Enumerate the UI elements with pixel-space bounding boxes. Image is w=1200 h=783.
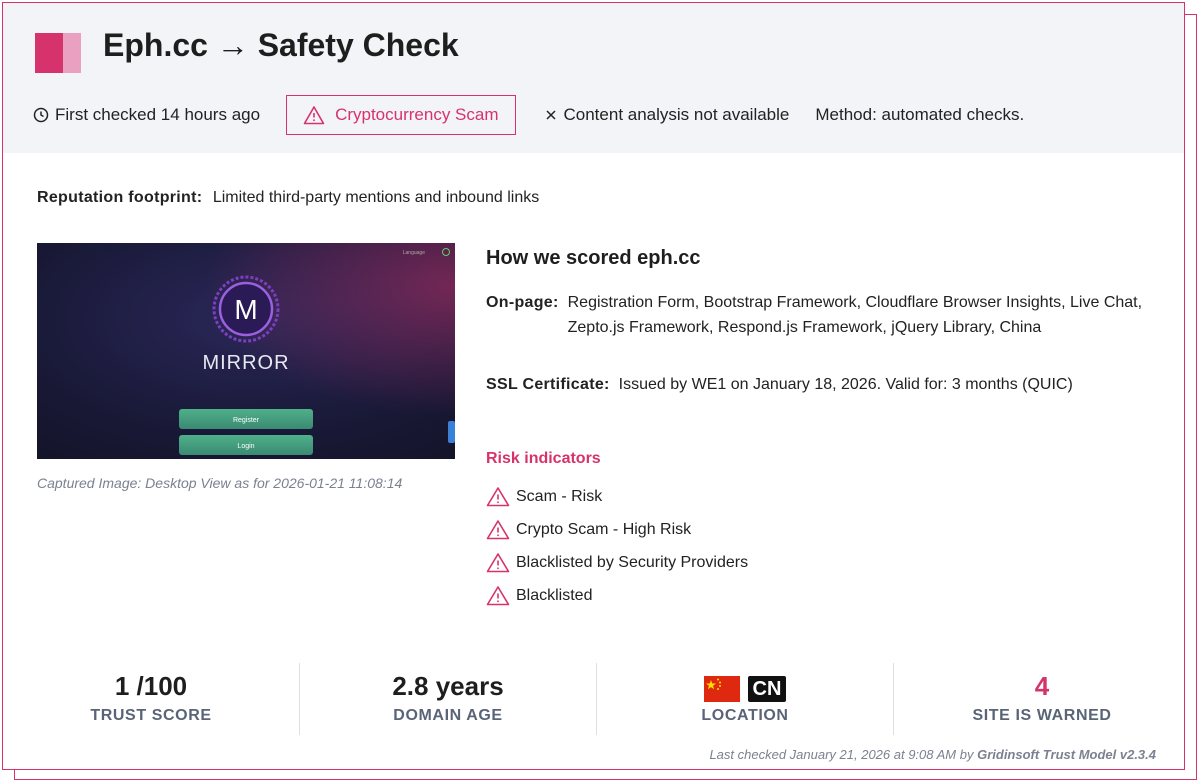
category-badge[interactable]: Cryptocurrency Scam (286, 95, 516, 135)
site-screenshot[interactable]: Language M MIRROR Register Login (37, 243, 455, 459)
onpage-label: On-page: (486, 294, 559, 311)
site-screenshot-image: Language M MIRROR Register Login (37, 243, 455, 459)
location: CN LOCATION (597, 663, 893, 735)
reputation-value: Limited third-party mentions and inbound… (212, 189, 540, 206)
risk-item: Scam - Risk (486, 480, 748, 513)
warning-icon (486, 487, 510, 507)
trust-score-label: TRUST SCORE (90, 707, 212, 724)
risk-item-label: Scam - Risk (516, 487, 603, 505)
risk-indicators-title: Risk indicators (486, 450, 601, 467)
first-checked: First checked 14 hours ago (33, 105, 260, 125)
onpage-row: On-page: Registration Form, Bootstrap Fr… (486, 290, 1166, 340)
china-flag-icon (703, 675, 740, 702)
content-analysis: Content analysis not available (544, 105, 790, 125)
risk-item-label: Blacklisted by Security Providers (516, 553, 749, 571)
category-badge-label: Cryptocurrency Scam (335, 105, 499, 124)
footer-model: Gridinsoft Trust Model v2.3.4 (977, 747, 1156, 762)
close-icon (545, 110, 556, 120)
meta-row: First checked 14 hours ago Cryptocurrenc… (33, 94, 1024, 136)
scoring-heading: How we scored eph.cc (486, 247, 701, 269)
location-label: LOCATION (701, 707, 789, 724)
first-checked-text: First checked 14 hours ago (55, 105, 261, 124)
risk-item: Crypto Scam - High Risk (486, 513, 748, 546)
site-logo (35, 33, 83, 73)
risk-list: Scam - Risk Crypto Scam - High Risk Blac… (486, 480, 748, 612)
warning-icon (486, 520, 510, 540)
method: Method: automated checks. (815, 105, 1024, 125)
warning-icon (303, 106, 325, 125)
content-analysis-text: Content analysis not available (563, 105, 790, 124)
screenshot-brand: MIRROR (202, 352, 289, 374)
warning-icon (486, 553, 510, 573)
screenshot-login: Login (237, 443, 254, 450)
reputation-label: Reputation footprint: (37, 189, 203, 206)
domain-age-label: DOMAIN AGE (393, 707, 503, 724)
method-text: Method: automated checks. (815, 105, 1025, 124)
reputation-footprint: Reputation footprint: Limited third-part… (37, 189, 539, 207)
domain-age-value: 2.8 years (392, 671, 504, 701)
ssl-row: SSL Certificate: Issued by WE1 on Januar… (486, 372, 1166, 397)
screenshot-logo-letter: M (234, 294, 257, 325)
safety-check-card: Eph.cc → Safety Check First checked 14 h… (2, 2, 1185, 770)
site-warned: 4 SITE IS WARNED (894, 663, 1184, 735)
stats-row: 1 /100 TRUST SCORE 2.8 years DOMAIN AGE … (3, 663, 1184, 735)
header: Eph.cc → Safety Check First checked 14 h… (3, 3, 1184, 153)
risk-item: Blacklisted (486, 579, 748, 612)
trust-score-value: 1 /100 (114, 671, 188, 701)
clock-icon (33, 107, 49, 123)
site-warned-label: SITE IS WARNED (972, 707, 1112, 724)
page-title: Eph.cc → Safety Check (103, 27, 459, 63)
screenshot-caption: Captured Image: Desktop View as for 2026… (37, 475, 403, 491)
risk-item-label: Blacklisted (516, 586, 593, 604)
language-link: Language (403, 250, 425, 256)
domain-age: 2.8 years DOMAIN AGE (300, 663, 596, 735)
footer-prefix: Last checked January 21, 2026 at 9:08 AM… (709, 747, 978, 762)
warning-icon (486, 586, 510, 606)
trust-score: 1 /100 TRUST SCORE (3, 663, 299, 735)
ssl-label: SSL Certificate: (486, 376, 610, 393)
ssl-value: Issued by WE1 on January 18, 2026. Valid… (618, 376, 1073, 393)
risk-item: Blacklisted by Security Providers (486, 546, 748, 579)
last-checked-footer: Last checked January 21, 2026 at 9:08 AM… (709, 747, 1156, 762)
risk-item-label: Crypto Scam - High Risk (516, 520, 692, 538)
onpage-value: Registration Form, Bootstrap Framework, … (567, 294, 1143, 336)
screenshot-register: Register (233, 417, 260, 424)
site-warned-value: 4 (1034, 671, 1050, 701)
location-code: CN (747, 675, 787, 702)
